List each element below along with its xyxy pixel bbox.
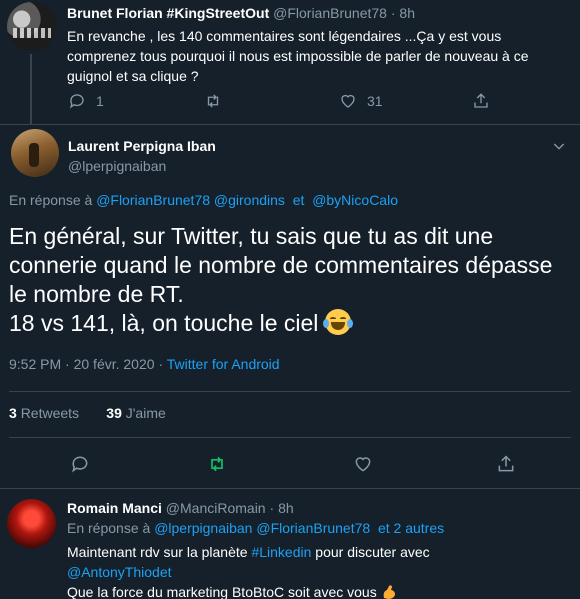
- reply-count: 1: [96, 93, 104, 109]
- tweet-line: Maintenant rdv sur la planète #Linkedin …: [67, 542, 567, 562]
- share-button[interactable]: [472, 92, 490, 110]
- replying-to: En réponse à @lperpignaiban @FlorianBrun…: [67, 520, 444, 536]
- author-handle[interactable]: @lperpignaiban: [68, 158, 166, 174]
- tweet-text-part: pour discuter avec: [315, 544, 430, 560]
- avatar[interactable]: [7, 2, 56, 51]
- tweet-line: Que la force du marketing BtoBtoC soit a…: [67, 582, 567, 599]
- dot-separator: ·: [65, 356, 70, 372]
- tweet-body: En général, sur Twitter, tu sais que tu …: [9, 222, 574, 338]
- replying-prefix: En réponse à: [9, 192, 93, 208]
- replying-to: En réponse à @FlorianBrunet78 @girondins…: [9, 192, 398, 208]
- author-name[interactable]: Laurent Perpigna Iban: [68, 138, 216, 154]
- tweet-body-line: En général, sur Twitter, tu sais que tu …: [9, 223, 553, 307]
- mention-link[interactable]: @girondins: [214, 192, 285, 208]
- more-options-button[interactable]: [551, 138, 567, 154]
- tweet-text: En revanche , les 140 commentaires sont …: [67, 28, 529, 84]
- reply-icon: [70, 454, 90, 474]
- tweet-time[interactable]: 8h: [278, 500, 294, 516]
- retweet-button[interactable]: [206, 454, 228, 474]
- retweet-icon: [203, 92, 223, 110]
- likes-label: J'aime: [125, 405, 166, 421]
- more-recipients-link[interactable]: et 2 autres: [378, 520, 444, 536]
- dot-separator: ·: [390, 5, 396, 21]
- tears-of-joy-emoji: [322, 309, 353, 335]
- tweet-header: Romain Manci @ManciRomain · 8h: [67, 500, 294, 516]
- author-handle[interactable]: @FlorianBrunet78: [273, 5, 387, 21]
- share-button[interactable]: [496, 454, 516, 474]
- avatar[interactable]: [11, 129, 59, 177]
- share-icon: [472, 92, 490, 110]
- and-text: et: [292, 192, 305, 208]
- mention-link[interactable]: @FlorianBrunet78: [96, 192, 210, 208]
- tweet-stats: 3 Retweets 39 J'aime: [9, 405, 166, 421]
- author-handle[interactable]: @ManciRomain: [166, 500, 266, 516]
- retweets-stat[interactable]: 3 Retweets: [9, 405, 79, 421]
- tweet-source[interactable]: Twitter for Android: [167, 356, 280, 372]
- tweet-date: 20 févr. 2020: [73, 356, 155, 372]
- retweets-label: Retweets: [20, 405, 80, 421]
- dot-separator: ·: [158, 356, 164, 372]
- tweet-time[interactable]: 8h: [399, 5, 415, 21]
- tweet-line: @AntonyThiodet: [67, 562, 567, 582]
- retweet-button[interactable]: [203, 92, 223, 110]
- divider: [0, 488, 580, 489]
- like-button[interactable]: 31: [339, 92, 383, 110]
- like-count: 31: [367, 93, 383, 109]
- heart-icon: [339, 92, 357, 110]
- hashtag-link[interactable]: #Linkedin: [251, 544, 311, 560]
- reply-button[interactable]: 1: [68, 92, 104, 110]
- mention-link[interactable]: @lperpignaiban: [154, 520, 252, 536]
- tweet-meta: 9:52 PM · 20 févr. 2020 · Twitter for An…: [9, 356, 280, 372]
- tweet-text: Maintenant rdv sur la planète #Linkedin …: [67, 542, 567, 599]
- tweet-text-part: Que la force du marketing BtoBtoC soit a…: [67, 584, 377, 599]
- avatar[interactable]: [7, 499, 56, 548]
- tweet-text-part: Maintenant rdv sur la planète: [67, 544, 248, 560]
- tweet-body-line: 18 vs 141, là, on touche le ciel: [9, 309, 574, 338]
- divider: [9, 437, 571, 438]
- reply-icon: [68, 92, 86, 110]
- dot-separator: ·: [269, 500, 275, 516]
- likes-count: 39: [106, 405, 122, 421]
- like-button[interactable]: [353, 454, 373, 474]
- author-name[interactable]: Romain Manci: [67, 500, 162, 516]
- thread-connector: [30, 54, 32, 124]
- tweet-time: 9:52 PM: [9, 356, 62, 372]
- retweet-icon: [206, 454, 228, 474]
- replying-prefix: En réponse à: [67, 520, 151, 536]
- reply-button[interactable]: [70, 454, 90, 474]
- tweet-header: Brunet Florian #KingStreetOut @FlorianBr…: [67, 5, 415, 21]
- likes-stat[interactable]: 39 J'aime: [106, 405, 166, 421]
- mention-link[interactable]: @AntonyThiodet: [67, 564, 172, 580]
- mention-link[interactable]: @byNicoCalo: [312, 192, 398, 208]
- mention-link[interactable]: @FlorianBrunet78: [256, 520, 370, 536]
- chevron-down-icon: [551, 138, 567, 154]
- retweets-count: 3: [9, 405, 17, 421]
- share-icon: [496, 454, 516, 474]
- flexed-biceps-emoji: [381, 584, 397, 599]
- heart-icon: [353, 454, 373, 474]
- tweet-body-text: 18 vs 141, là, on touche le ciel: [9, 310, 319, 336]
- divider: [0, 124, 580, 125]
- divider: [9, 391, 571, 392]
- author-name[interactable]: Brunet Florian #KingStreetOut: [67, 5, 269, 21]
